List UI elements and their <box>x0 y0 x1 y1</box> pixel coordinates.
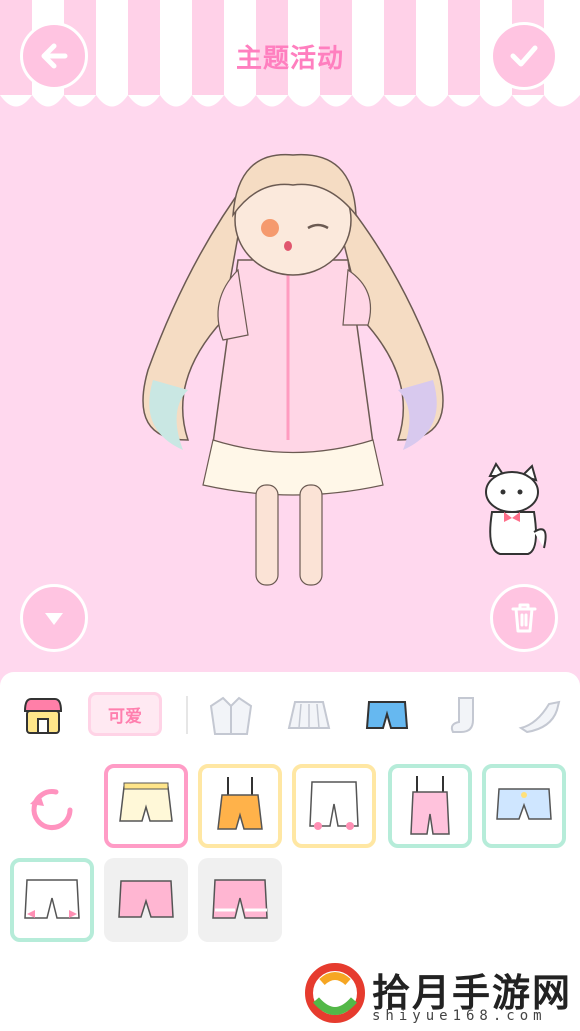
watermark-logo <box>305 963 365 1023</box>
item-shorts-blue[interactable] <box>482 764 566 848</box>
item-shorts-pink[interactable] <box>198 858 282 942</box>
bloomers-icon <box>118 880 174 918</box>
item-bloomers-pink[interactable] <box>104 858 188 942</box>
tab-jacket[interactable] <box>206 694 256 738</box>
overall-shorts-icon <box>217 777 263 830</box>
reset-button[interactable] <box>24 782 80 838</box>
item-bloomers-cream[interactable] <box>104 764 188 848</box>
bloomers-icon <box>119 782 173 822</box>
bloomers-icon <box>309 781 359 830</box>
item-overall-pink[interactable] <box>388 764 472 848</box>
chevron-down-icon <box>45 613 63 625</box>
delete-button[interactable] <box>490 584 558 652</box>
pet-cat[interactable] <box>478 462 550 558</box>
item-shorts-white[interactable] <box>10 858 94 942</box>
tab-skirt[interactable] <box>284 694 334 738</box>
shorts-icon <box>365 701 409 729</box>
shop-icon <box>23 698 63 734</box>
watermark-url: shiyue168.com <box>372 1008 547 1024</box>
shorts-icon <box>24 879 80 919</box>
item-bloomers-white[interactable] <box>292 764 376 848</box>
heel-icon <box>518 700 561 734</box>
skirt-icon <box>287 701 331 729</box>
shop-tab[interactable] <box>22 696 64 736</box>
overall-icon <box>410 776 450 835</box>
toolbar-divider <box>186 696 188 734</box>
tab-shorts[interactable] <box>362 694 412 738</box>
confirm-button[interactable] <box>490 22 558 90</box>
jacket-icon <box>209 696 253 735</box>
trash-icon <box>511 603 537 633</box>
character-avatar[interactable] <box>128 140 458 600</box>
tab-socks[interactable] <box>440 694 490 738</box>
check-icon <box>510 45 538 67</box>
sock-icon <box>450 697 474 733</box>
item-overall-orange[interactable] <box>198 764 282 848</box>
dress-up-stage: 主题活动 <box>0 0 580 672</box>
shorts-icon <box>496 788 552 820</box>
cute-filter-button[interactable]: 可爱 <box>88 692 162 736</box>
shorts-icon <box>212 879 268 919</box>
collapse-button[interactable] <box>20 584 88 652</box>
tab-shoes[interactable] <box>516 694 566 738</box>
refresh-icon <box>30 789 73 831</box>
